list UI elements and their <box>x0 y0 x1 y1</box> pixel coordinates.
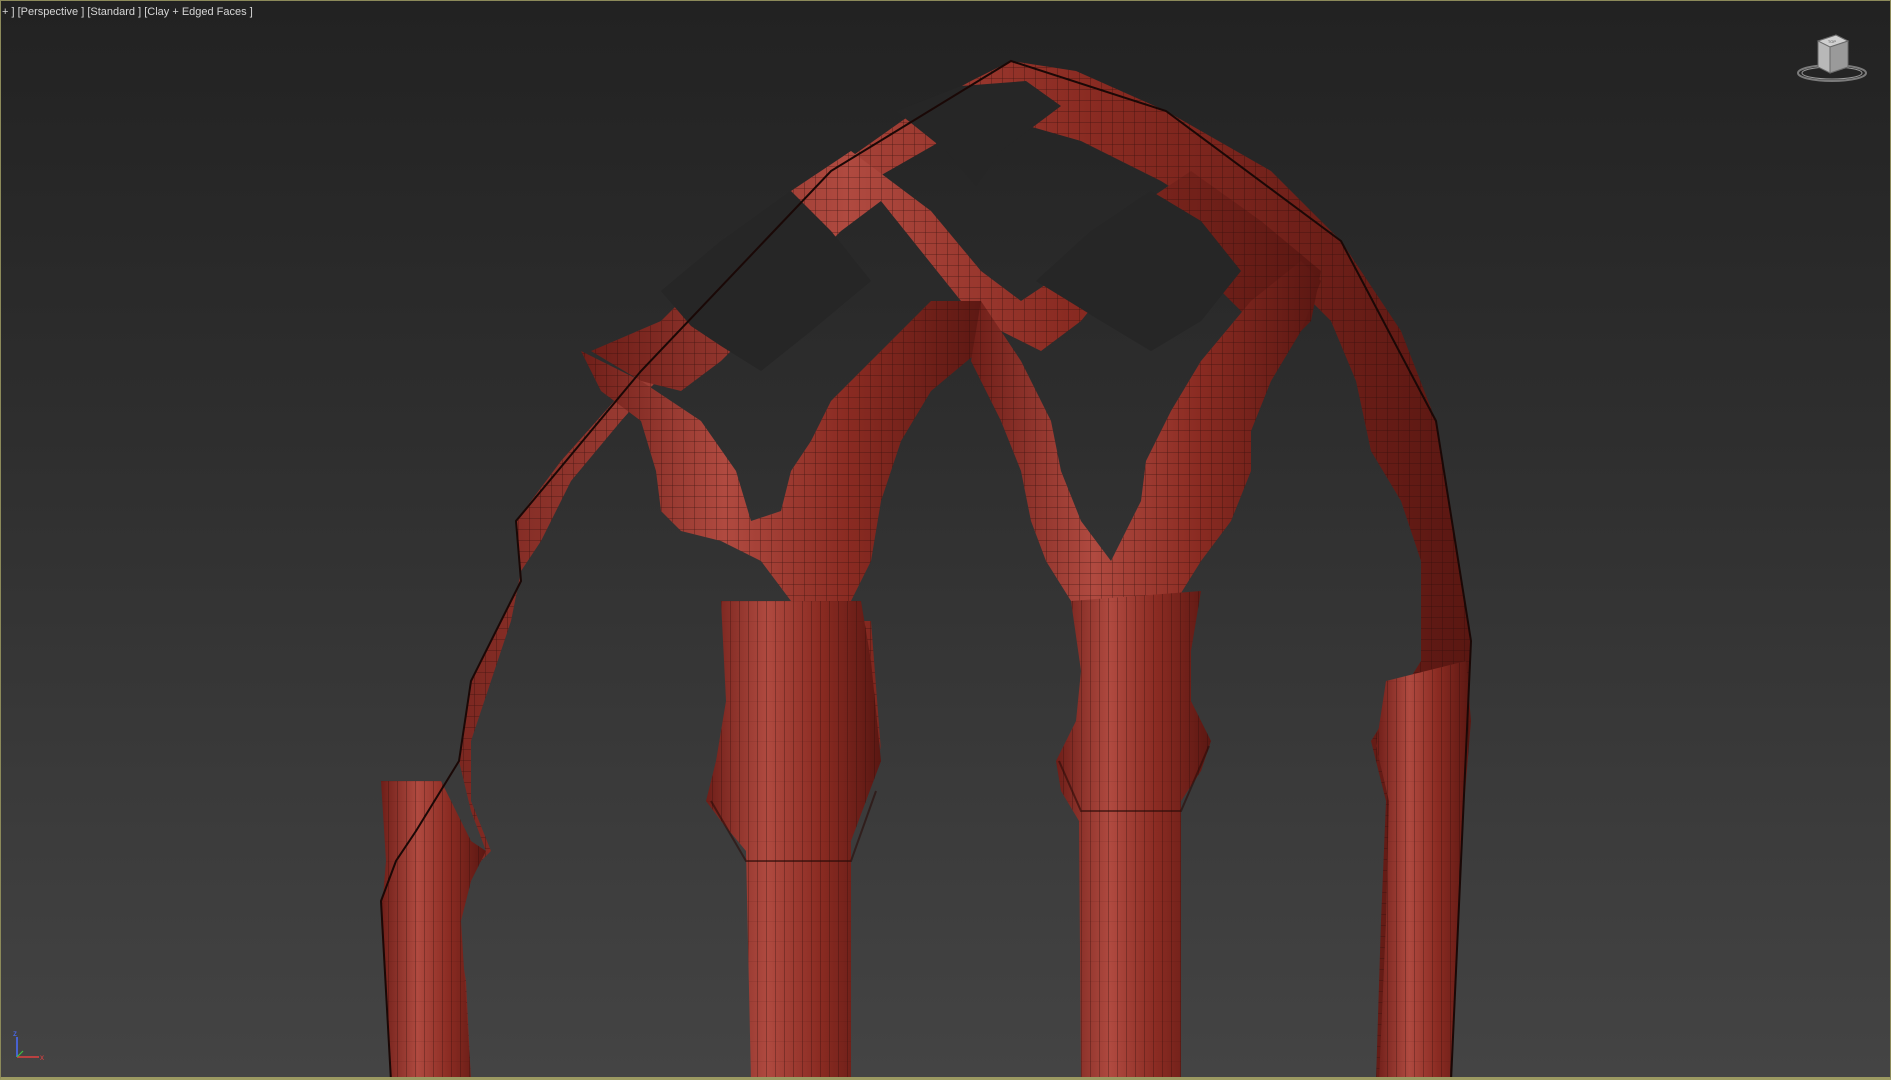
axis-tripod: z x <box>13 1029 44 1062</box>
axis-tripod-icon: z x <box>13 1029 44 1062</box>
right-outer-leg <box>1376 661 1471 1077</box>
right-mullion <box>1056 591 1211 1077</box>
viewcube-icon[interactable]: TOP <box>1797 34 1867 82</box>
axis-x-label: x <box>40 1053 44 1062</box>
perspective-viewport[interactable]: + ] [Perspective ] [Standard ] [Clay + E… <box>0 0 1891 1080</box>
axis-z-label: z <box>13 1029 17 1038</box>
left-mullion <box>706 601 881 1077</box>
viewcube-face-label[interactable]: TOP <box>1828 39 1836 44</box>
gothic-arch-mesh[interactable] <box>1 1 1891 1080</box>
left-outer-leg <box>381 781 486 1077</box>
viewcube[interactable]: TOP <box>1792 31 1872 83</box>
